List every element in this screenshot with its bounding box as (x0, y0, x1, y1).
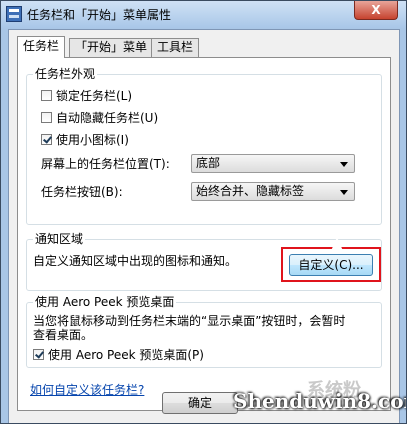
buttons-dropdown[interactable]: 始终合并、隐藏标签 (191, 182, 355, 201)
location-label: 屏幕上的任务栏位置(T): (41, 157, 170, 171)
aero-peek-label: 使用 Aero Peek 预览桌面(P) (48, 348, 204, 362)
aero-peek-checkbox[interactable] (33, 349, 44, 360)
aero-peek-description-line2: 查看桌面。 (33, 328, 94, 342)
tab-taskbar[interactable]: 任务栏 (17, 36, 66, 58)
aero-peek-option[interactable]: 使用 Aero Peek 预览桌面(P) (33, 347, 204, 363)
notification-group: 通知区域 自定义通知区域中出现的图标和通知。 自定义(C)... (26, 232, 382, 291)
aero-peek-group: 使用 Aero Peek 预览桌面 当您将鼠标移动到任务栏末端的“显示桌面”按钮… (26, 295, 382, 368)
appearance-group-title: 任务栏外观 (33, 67, 98, 81)
location-dropdown[interactable]: 底部 (191, 154, 355, 173)
mouse-cursor-icon (331, 237, 343, 251)
notification-group-title: 通知区域 (33, 232, 86, 246)
taskbar-tab-page: 任务栏外观 锁定任务栏(L) 自动隐藏任务栏(U) 使用小图标(I) 屏幕上的任… (17, 57, 391, 411)
ok-button[interactable]: 确定 (162, 392, 238, 414)
autohide-option[interactable]: 自动隐藏任务栏(U) (41, 110, 158, 126)
lock-taskbar-checkbox[interactable] (41, 90, 52, 101)
aero-peek-group-title: 使用 Aero Peek 预览桌面 (33, 295, 177, 309)
lock-taskbar-option[interactable]: 锁定任务栏(L) (41, 88, 132, 104)
close-button[interactable]: X (354, 1, 398, 20)
appearance-group: 任务栏外观 锁定任务栏(L) 自动隐藏任务栏(U) 使用小图标(I) 屏幕上的任… (26, 67, 382, 225)
small-icons-label: 使用小图标(I) (56, 133, 129, 147)
autohide-checkbox[interactable] (41, 112, 52, 123)
autohide-label: 自动隐藏任务栏(U) (56, 111, 159, 125)
highlight-box (281, 247, 381, 282)
properties-window: 任务栏和「开始」菜单属性 X 任务栏 「开始」菜单 工具栏 任务栏外观 锁定任务… (0, 0, 407, 424)
site-watermark: Shenduwin8.com (233, 389, 407, 413)
location-value: 底部 (196, 156, 221, 170)
buttons-value: 始终合并、隐藏标签 (196, 184, 305, 198)
chevron-down-icon (340, 162, 348, 167)
help-link[interactable]: 如何自定义该任务栏? (30, 381, 144, 398)
title-bar[interactable]: 任务栏和「开始」菜单属性 X (1, 1, 406, 28)
taskbar-icon (6, 6, 22, 22)
window-title: 任务栏和「开始」菜单属性 (27, 8, 172, 22)
buttons-label: 任务栏按钮(B): (41, 185, 123, 199)
small-icons-option[interactable]: 使用小图标(I) (41, 132, 129, 148)
tab-start-menu[interactable]: 「开始」菜单 (69, 38, 154, 57)
chevron-down-icon (340, 190, 348, 195)
notification-description: 自定义通知区域中出现的图标和通知。 (33, 254, 238, 268)
lock-taskbar-label: 锁定任务栏(L) (56, 89, 133, 103)
dialog-body: 任务栏 「开始」菜单 工具栏 任务栏外观 锁定任务栏(L) 自动隐藏任务栏(U)… (8, 29, 400, 423)
small-icons-checkbox[interactable] (41, 134, 52, 145)
tab-toolbars[interactable]: 工具栏 (151, 38, 200, 57)
